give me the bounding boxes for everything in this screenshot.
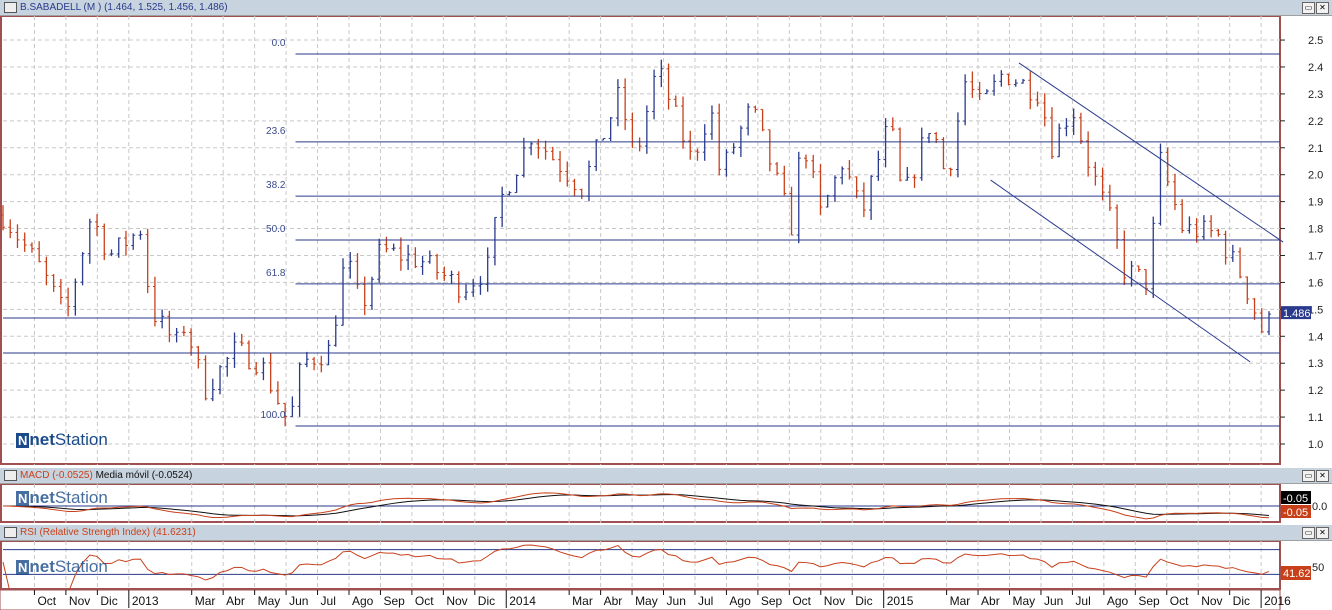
y-tick-label: 1.1 <box>1308 412 1323 424</box>
rsi-maximize-button[interactable]: ▭ <box>1302 527 1315 539</box>
x-tick-label: Abr <box>604 594 623 608</box>
x-tick-label: Jul <box>321 594 336 608</box>
rsi-title: RSI (Relative Strength Index) (41.6231) <box>20 527 196 538</box>
y-tick-label: 2.0 <box>1308 170 1323 182</box>
y-tick-label: 1.8 <box>1308 224 1323 236</box>
x-tick-label: Mar <box>950 594 971 608</box>
last-price-label: 1.486 <box>1283 308 1311 320</box>
x-tick-label: Nov <box>1201 594 1222 608</box>
x-tick-label: Dic <box>1233 594 1250 608</box>
macd-maximize-button[interactable]: ▭ <box>1302 470 1315 482</box>
x-tick-label: Jun <box>289 594 308 608</box>
y-tick-label: 2.5 <box>1308 35 1323 47</box>
netstation-logo: NnetStation <box>16 430 108 449</box>
price-chart[interactable]: 1.01.11.21.31.41.51.61.71.81.92.02.12.22… <box>0 16 1332 466</box>
macd-signal-line <box>2 494 1270 517</box>
x-tick-label: Sep <box>1138 594 1160 608</box>
fibonacci-label: 50.0 <box>266 224 286 235</box>
x-tick-label: Jul <box>1075 594 1090 608</box>
y-tick-label: 1.4 <box>1308 331 1323 343</box>
macd-title: MACD (-0.0525) <box>20 470 93 481</box>
x-tick-label: Sep <box>761 594 783 608</box>
maximize-button[interactable]: ▭ <box>1302 2 1315 14</box>
rsi-chart[interactable]: 41.62 50 <box>0 541 1332 591</box>
y-tick-label: 1.2 <box>1308 385 1323 397</box>
x-tick-label: Abr <box>226 594 245 608</box>
x-tick-label: May <box>258 594 281 608</box>
x-tick-label: 2016 <box>1264 594 1291 608</box>
x-tick-label: Dic <box>855 594 872 608</box>
x-tick-label: 2015 <box>887 594 914 608</box>
macd-zero-label: 0.0 <box>1312 501 1327 513</box>
close-button[interactable]: ✕ <box>1316 2 1329 14</box>
y-tick-label: 1.6 <box>1308 277 1323 289</box>
x-tick-label: Jun <box>1044 594 1063 608</box>
y-tick-label: 1.9 <box>1308 197 1323 209</box>
macd-chart[interactable]: -0.05 -0.05 0.0 <box>0 484 1332 524</box>
rsi-value: 41.62 <box>1283 568 1311 580</box>
y-tick-label: 1.7 <box>1308 250 1323 262</box>
x-tick-label: Nov <box>69 594 90 608</box>
chart-icon <box>4 527 17 538</box>
rsi-line <box>2 544 1270 591</box>
x-tick-label: 2013 <box>132 594 159 608</box>
x-tick-label: Dic <box>478 594 495 608</box>
chart-icon <box>4 2 17 13</box>
x-tick-label: 2014 <box>509 594 536 608</box>
main-chart-title-bar: B.SABADELL (M ) (1.464, 1.525, 1.456, 1.… <box>0 0 1332 16</box>
chart-icon <box>4 470 17 481</box>
y-tick-label: 2.3 <box>1308 89 1323 101</box>
x-tick-label: Oct <box>415 594 434 608</box>
y-tick-label: 2.4 <box>1308 62 1323 74</box>
y-tick-label: 1.3 <box>1308 358 1323 370</box>
fibonacci-label: 100.0 <box>260 410 285 421</box>
x-tick-label: Nov <box>446 594 467 608</box>
fibonacci-label: 0.0 <box>272 38 286 49</box>
x-tick-label: Dic <box>100 594 117 608</box>
x-tick-label: Jul <box>698 594 713 608</box>
x-tick-label: Ago <box>729 594 751 608</box>
netstation-logo: NnetStation <box>16 557 108 576</box>
x-tick-label: Oct <box>37 594 56 608</box>
x-tick-label: Nov <box>824 594 845 608</box>
macd-title-bar: MACD (-0.0525) Media móvil (-0.0524) ▭ ✕ <box>0 468 1332 484</box>
rsi-title-bar: RSI (Relative Strength Index) (41.6231) … <box>0 525 1332 541</box>
y-tick-label: 2.2 <box>1308 116 1323 128</box>
x-tick-label: Sep <box>383 594 405 608</box>
x-tick-label: Oct <box>1170 594 1189 608</box>
x-axis: Oct Nov Dic 2013 Mar Abr May Jun Jul Ago Sep Oct Nov… <box>0 590 1291 610</box>
netstation-logo: NnetStation <box>16 488 108 507</box>
fibonacci-label: 23.6 <box>266 126 286 137</box>
x-tick-label: Oct <box>792 594 811 608</box>
x-tick-label: Mar <box>195 594 216 608</box>
main-chart-title: B.SABADELL (M ) (1.464, 1.525, 1.456, 1.… <box>20 2 228 13</box>
macd-signal-value: -0.05 <box>1283 493 1308 505</box>
x-tick-label: May <box>1013 594 1036 608</box>
x-tick-label: Ago <box>352 594 374 608</box>
x-tick-label: Abr <box>981 594 1000 608</box>
rsi-mid-label: 50 <box>1312 562 1324 574</box>
macd-close-button[interactable]: ✕ <box>1316 470 1329 482</box>
y-tick-label: 2.1 <box>1308 143 1323 155</box>
plot-frame <box>0 541 1281 590</box>
rsi-close-button[interactable]: ✕ <box>1316 527 1329 539</box>
y-tick-label: 1.0 <box>1308 439 1323 451</box>
fibonacci-label: 61.8 <box>266 268 286 279</box>
fibonacci-label: 38.2 <box>266 180 286 191</box>
channel-line <box>990 179 1251 363</box>
x-tick-label: Jun <box>667 594 686 608</box>
macd-ma-title: Media móvil (-0.0524) <box>95 470 193 481</box>
x-tick-label: Mar <box>572 594 593 608</box>
macd-value: -0.05 <box>1283 507 1308 519</box>
x-tick-label: Ago <box>1107 594 1129 608</box>
x-tick-label: May <box>635 594 658 608</box>
